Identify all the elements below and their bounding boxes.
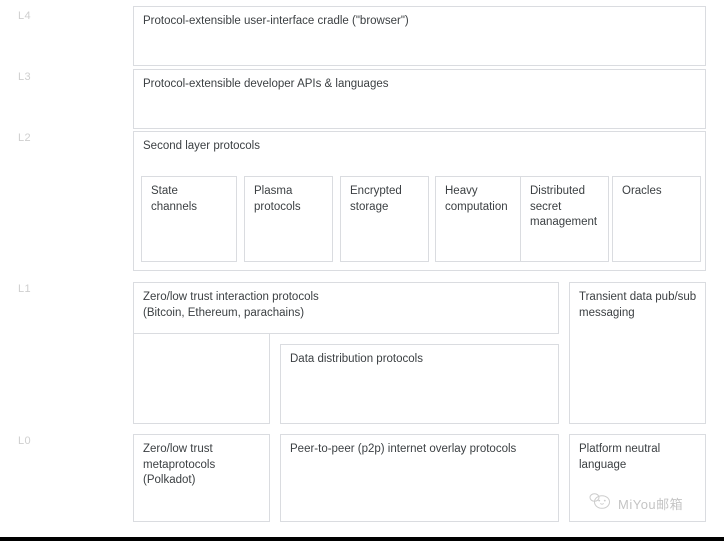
box-ui-cradle-label: Protocol-extensible user-interface cradl…	[143, 15, 409, 27]
box-transient-data-pubsub-messaging[interactable]: Transient data pub/sub messaging	[569, 282, 706, 424]
box-plasma-protocols-label: Plasma protocols	[254, 185, 301, 213]
box-p2p-internet-overlay-protocols[interactable]: Peer-to-peer (p2p) internet overlay prot…	[280, 434, 559, 522]
box-zero-low-trust-metaprotocols-label: Zero/low trust metaprotocols (Polkadot)	[143, 443, 216, 486]
box-zero-low-trust-interaction-protocols[interactable]: Zero/low trust interaction protocols (Bi…	[133, 282, 559, 334]
box-state-channels-label: State channels	[151, 185, 198, 213]
layer-label-l2: L2	[18, 132, 32, 144]
box-oracles[interactable]: Oracles	[612, 176, 701, 262]
box-p2p-internet-overlay-protocols-label: Peer-to-peer (p2p) internet overlay prot…	[290, 443, 517, 455]
cat-face-icon	[588, 492, 612, 515]
watermark: MiYou邮箱	[588, 492, 683, 515]
bottom-rule	[0, 537, 724, 541]
box-oracles-label: Oracles	[622, 185, 662, 197]
box-zero-low-trust-interaction-protocols-label: Zero/low trust interaction protocols (Bi…	[143, 291, 319, 319]
layer-label-l4: L4	[18, 10, 32, 22]
box-plasma-protocols[interactable]: Plasma protocols	[244, 176, 333, 262]
box-encrypted-storage-label: Encrypted storage	[350, 185, 402, 213]
box-encrypted-storage[interactable]: Encrypted storage	[340, 176, 429, 262]
box-second-layer-protocols-label: Second layer protocols	[143, 140, 260, 152]
layer-label-l1: L1	[18, 283, 32, 295]
layer-label-l0: L0	[18, 435, 32, 447]
box-platform-neutral-language-label: Platform neutral language	[579, 443, 661, 471]
box-ui-cradle[interactable]: Protocol-extensible user-interface cradl…	[133, 6, 706, 66]
box-distributed-secret-management[interactable]: Distributed secret management	[520, 176, 609, 262]
box-developer-apis-label: Protocol-extensible developer APIs & lan…	[143, 78, 389, 90]
box-heavy-computation[interactable]: Heavy computation	[435, 176, 524, 262]
layer-label-l3: L3	[18, 71, 32, 83]
box-developer-apis[interactable]: Protocol-extensible developer APIs & lan…	[133, 69, 706, 129]
box-data-distribution-protocols[interactable]: Data distribution protocols	[280, 344, 559, 424]
watermark-text: MiYou邮箱	[618, 497, 684, 512]
box-second-layer-protocols[interactable]: Second layer protocols State channels Pl…	[133, 131, 706, 271]
box-distributed-secret-management-label: Distributed secret management	[530, 185, 598, 228]
box-transient-data-pubsub-messaging-label: Transient data pub/sub messaging	[579, 291, 697, 319]
box-data-distribution-protocols-label: Data distribution protocols	[290, 353, 423, 365]
box-zero-low-trust-metaprotocols[interactable]: Zero/low trust metaprotocols (Polkadot)	[133, 434, 270, 522]
layered-stack-diagram: L4 Protocol-extensible user-interface cr…	[0, 0, 724, 541]
box-state-channels[interactable]: State channels	[141, 176, 237, 262]
box-heavy-computation-label: Heavy computation	[445, 185, 508, 213]
